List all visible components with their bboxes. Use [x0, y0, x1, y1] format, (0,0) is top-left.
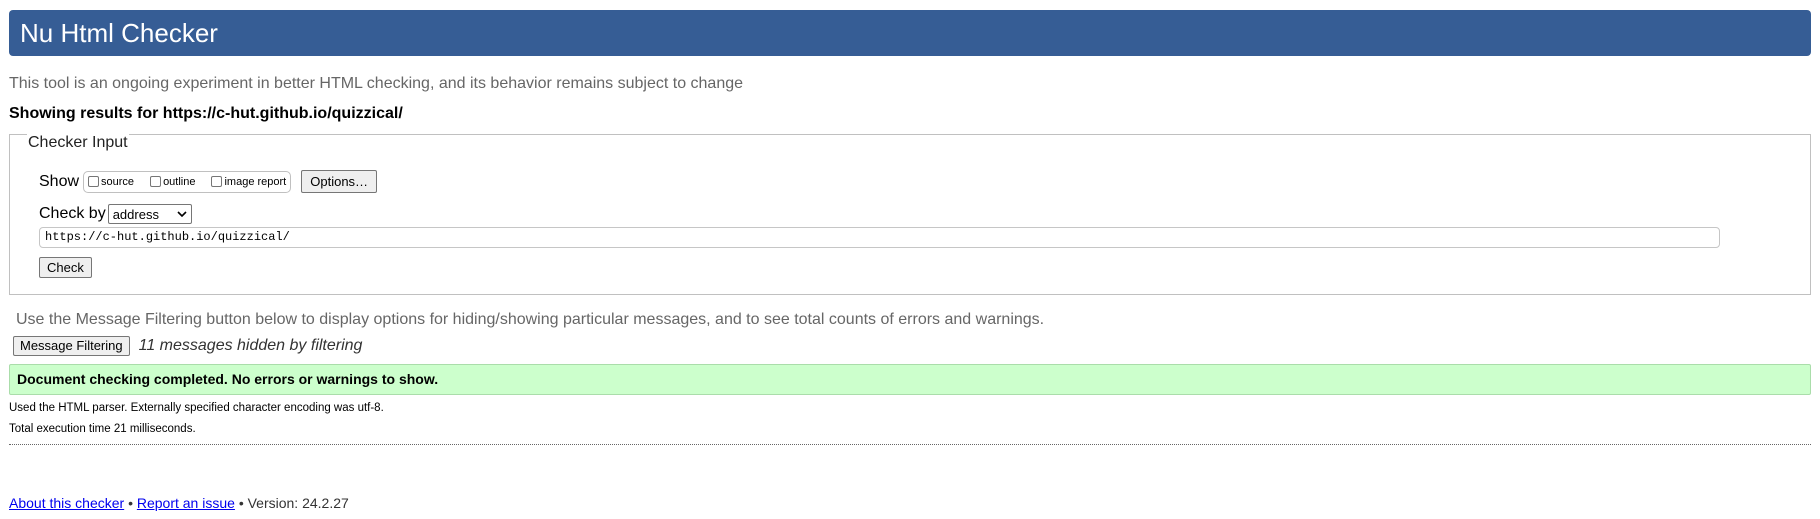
check-by-selected-value: address [112, 206, 159, 222]
results-for-url: https://c-hut.github.io/quizzical/ [162, 105, 403, 122]
success-message: Document checking completed. No errors o… [17, 371, 439, 387]
filter-help-text: Use the Message Filtering button below t… [16, 311, 1045, 328]
checker-input-fieldset [9, 134, 1811, 295]
check-by-select[interactable]: address [107, 204, 192, 224]
footer-separator: • [238, 495, 244, 511]
results-for-prefix: Showing results for [9, 105, 163, 122]
source-checkbox[interactable] [88, 176, 100, 187]
source-label: source [101, 175, 135, 188]
show-outline-option[interactable]: outline [148, 176, 195, 188]
footer: About this checker • Report an issue • V… [9, 495, 349, 511]
check-by-label: Check by [39, 205, 106, 222]
about-link[interactable]: About this checker [9, 495, 124, 511]
show-options-group: source outline image report [83, 170, 292, 193]
options-button[interactable]: Options… [301, 170, 378, 193]
parser-details: Used the HTML parser. Externally specifi… [9, 402, 384, 414]
chevron-down-icon [177, 209, 187, 220]
show-image-report-option[interactable]: image report [209, 176, 286, 188]
execution-time: Total execution time 21 milliseconds. [9, 423, 196, 435]
page-title: Nu Html Checker [20, 18, 218, 48]
hidden-messages-count: 11 messages hidden by filtering [138, 337, 363, 354]
outline-label: outline [163, 175, 196, 188]
header-bar: Nu Html Checker [9, 10, 1811, 56]
divider [9, 444, 1811, 445]
results-for-heading: Showing results for https://c-hut.github… [9, 105, 403, 123]
show-source-option[interactable]: source [86, 176, 134, 188]
show-row: Show source outline image report Options… [39, 170, 378, 193]
url-input[interactable]: https://c-hut.github.io/quizzical/ [39, 227, 1720, 248]
check-by-row: Check by address [39, 204, 192, 224]
version-text: Version: 24.2.27 [247, 495, 349, 511]
show-label: Show [39, 172, 80, 190]
success-message-box: Document checking completed. No errors o… [9, 364, 1811, 395]
checker-input-legend: Checker Input [27, 134, 129, 152]
filter-row: Message Filtering 11 messages hidden by … [13, 336, 362, 356]
footer-separator: • [128, 495, 133, 511]
report-issue-link[interactable]: Report an issue [137, 495, 235, 511]
outline-checkbox[interactable] [150, 176, 162, 187]
tagline: This tool is an ongoing experiment in be… [9, 75, 744, 92]
check-button[interactable]: Check [39, 257, 92, 278]
image-report-label: image report [224, 175, 287, 188]
image-report-checkbox[interactable] [211, 176, 223, 187]
message-filtering-button[interactable]: Message Filtering [13, 336, 130, 356]
